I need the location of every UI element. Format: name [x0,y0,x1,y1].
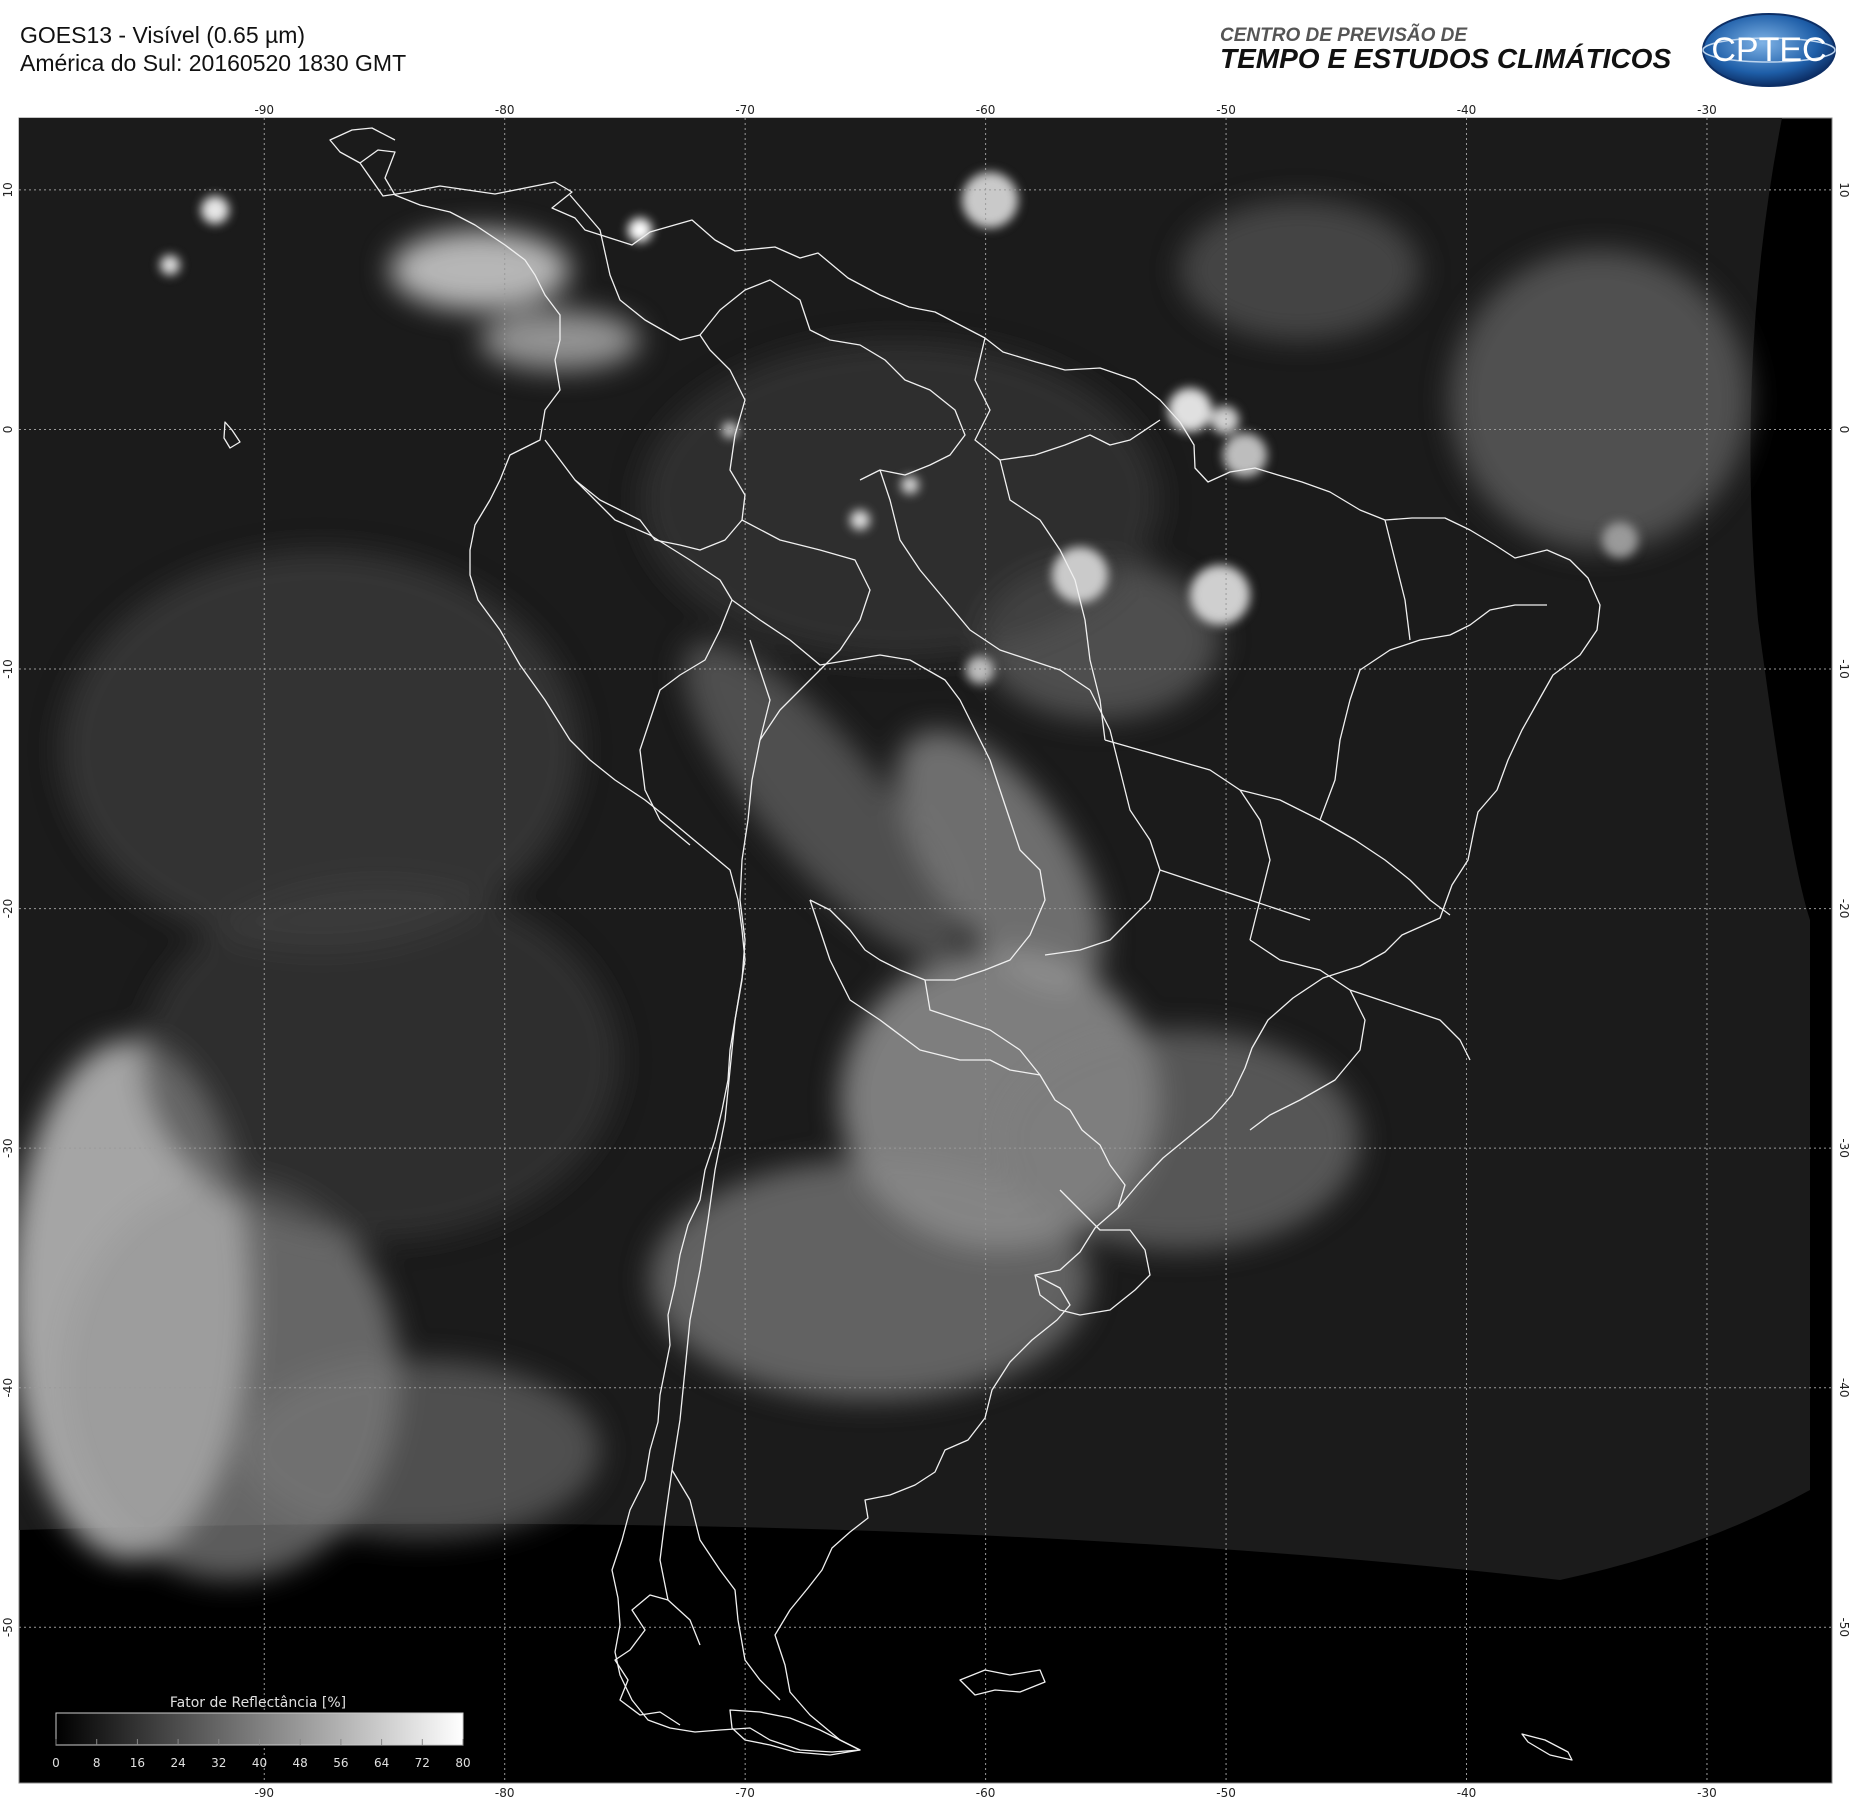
colorbar-tick-label: 64 [374,1756,389,1770]
image-title: GOES13 - Visível (0.65 µm) [20,22,306,48]
lat-label-left: -50 [1,1617,15,1637]
colorbar-tick-label: 32 [211,1756,226,1770]
lon-label-bottom: -80 [495,1786,515,1800]
colorbar-tick-label: 48 [293,1756,308,1770]
lat-label-right: 0 [1837,426,1850,434]
satellite-map: -90 -80 -70 -60 -50 -40 -30 -90 -80 -70 -60 -50 -40… [0,100,1850,1800]
colorbar-tick-label: 24 [170,1756,185,1770]
lon-label-bottom: -60 [976,1786,996,1800]
lat-label-left: -40 [1,1378,15,1398]
latitude-labels-left: 10 0 -10 -20 -30 -40 -50 [1,182,15,1637]
lon-label-top: -30 [1697,103,1717,117]
image-subtitle: América do Sul: 20160520 1830 GMT [20,50,407,76]
lat-label-right: -20 [1837,899,1850,919]
colorbar-tick-label: 8 [93,1756,101,1770]
colorbar-tick-label: 16 [130,1756,145,1770]
longitude-labels-bottom: -90 -80 -70 -60 -50 -40 -30 [254,1786,1716,1800]
org-name-line2: TEMPO E ESTUDOS CLIMÁTICOS [1220,43,1672,74]
lat-label-left: 10 [1,182,15,197]
header: GOES13 - Visível (0.65 µm) América do Su… [0,0,1850,100]
colorbar-tick-label: 0 [52,1756,60,1770]
lon-label-top: -50 [1216,103,1236,117]
colorbar-tick-label: 56 [333,1756,348,1770]
colorbar-tick-label: 80 [455,1756,470,1770]
lon-label-top: -70 [735,103,755,117]
longitude-labels-top: -90 -80 -70 -60 -50 -40 -30 [254,103,1716,117]
lon-label-top: -40 [1457,103,1477,117]
svg-text:CPTEC: CPTEC [1711,31,1826,69]
latitude-labels-right: 10 0 -10 -20 -30 -40 -50 [1837,182,1850,1637]
colorbar-title: Fator de Reflectância [%] [170,1695,346,1711]
lon-label-bottom: -50 [1216,1786,1236,1800]
lat-label-right: -50 [1837,1617,1850,1637]
lon-label-bottom: -30 [1697,1786,1717,1800]
colorbar-tick-label: 72 [415,1756,430,1770]
lat-label-left: -10 [1,659,15,679]
lat-label-right: -30 [1837,1138,1850,1158]
colorbar-tick-label: 40 [252,1756,267,1770]
lat-label-right: -10 [1837,659,1850,679]
lon-label-bottom: -70 [735,1786,755,1800]
lat-label-left: -20 [1,899,15,919]
lon-label-top: -90 [254,103,274,117]
lat-label-right: 10 [1837,182,1850,197]
cptec-logo: CPTEC [1702,13,1836,87]
lon-label-top: -80 [495,103,515,117]
lat-label-right: -40 [1837,1378,1850,1398]
satellite-map-canvas[interactable]: -90 -80 -70 -60 -50 -40 -30 -90 -80 -70 -60 -50 -40… [0,100,1850,1800]
lon-label-top: -60 [976,103,996,117]
lon-label-bottom: -90 [254,1786,274,1800]
lat-label-left: -30 [1,1138,15,1158]
lon-label-bottom: -40 [1457,1786,1477,1800]
lat-label-left: 0 [1,426,15,434]
